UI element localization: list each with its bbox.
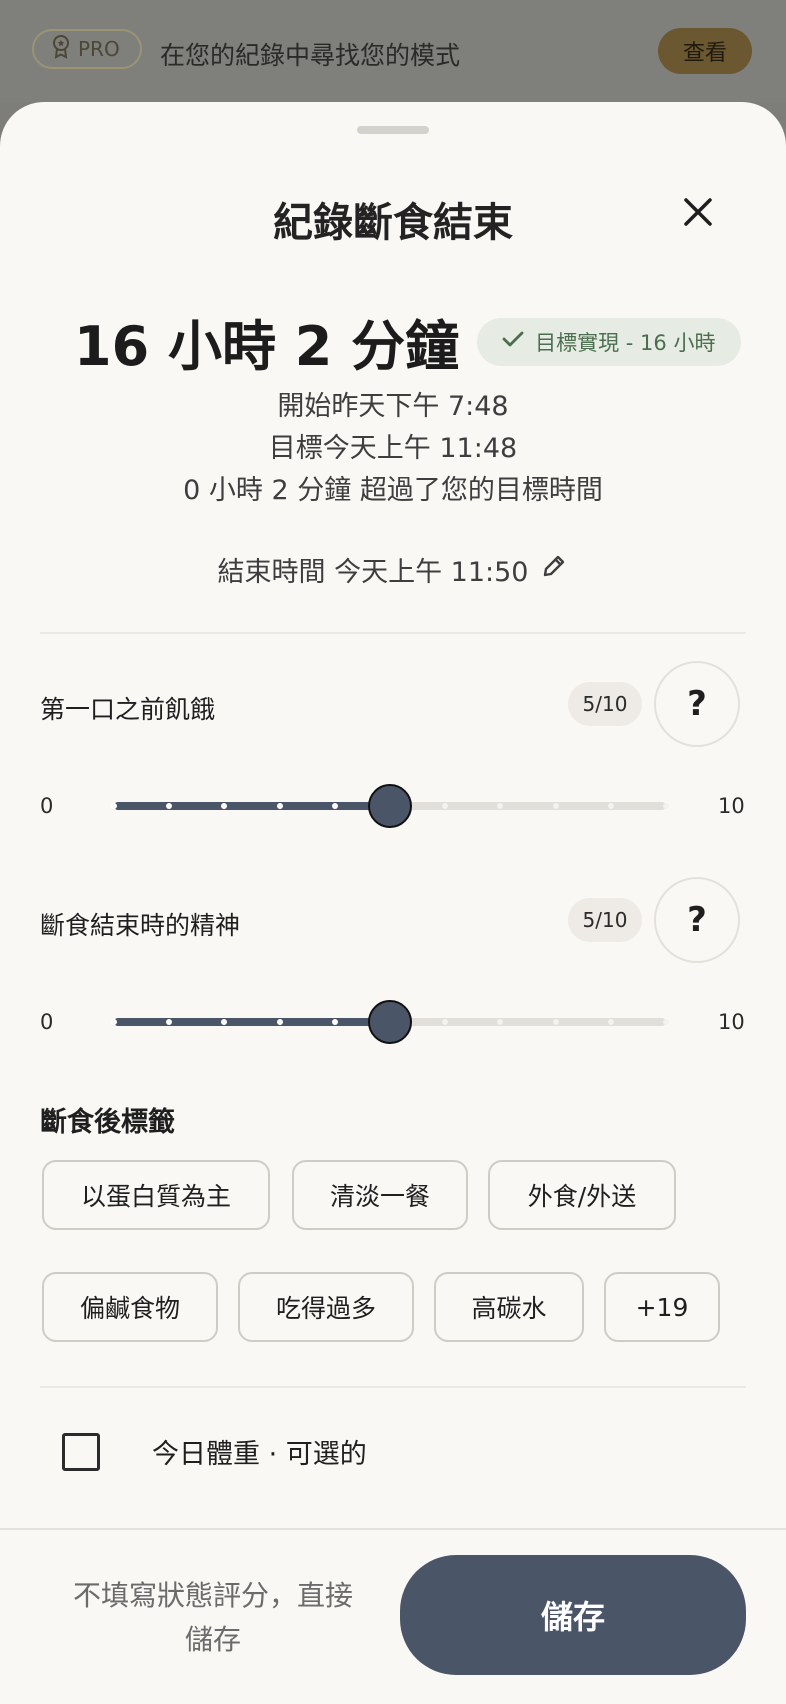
slider-tick (276, 1019, 283, 1025)
save-button[interactable]: 儲存 (400, 1555, 746, 1675)
hunger-max-label: 10 (718, 794, 745, 818)
exceeded-text: 0 小時 2 分鐘 超過了您的目標時間 (183, 475, 603, 506)
award-icon (52, 34, 70, 64)
tag-chip[interactable]: 外食/外送 (488, 1160, 676, 1230)
pro-label: PRO (78, 37, 120, 61)
check-icon (501, 329, 525, 354)
end-time-text: 結束時間 今天上午 11:50 (217, 557, 529, 588)
post-fast-tags-title: 斷食後標籤 (40, 1107, 175, 1138)
log-fast-end-sheet: 紀錄斷食結束 16 小時 2 分鐘 目標實現 - 16 小時 開始昨天下午 7:… (0, 102, 786, 1704)
goal-achieved-badge: 目標實現 - 16 小時 (477, 317, 742, 366)
divider (40, 1386, 746, 1388)
pro-chip[interactable]: PRO (32, 29, 142, 69)
hunger-min-label: 0 (40, 794, 54, 818)
energy-max-label: 10 (718, 1010, 745, 1034)
pro-banner: PRO 在您的紀錄中尋找您的模式 查看 (0, 0, 786, 102)
slider-fill (114, 1018, 390, 1026)
duration-row: 16 小時 2 分鐘 目標實現 - 16 小時 (74, 302, 742, 381)
weight-checkbox[interactable] (62, 1432, 100, 1471)
hunger-score: 5/10 (568, 682, 642, 726)
pencil-icon[interactable] (540, 552, 568, 587)
slider-tick (607, 803, 614, 809)
banner-text: 在您的紀錄中尋找您的模式 (160, 41, 461, 70)
slider-fill (114, 802, 390, 810)
slider-tick (663, 1019, 669, 1025)
slider-thumb[interactable] (368, 1000, 412, 1044)
energy-label: 斷食結束時的精神 (40, 911, 241, 940)
slider-thumb[interactable] (368, 784, 412, 828)
fast-duration: 16 小時 2 分鐘 (74, 315, 460, 378)
sheet-title: 紀錄斷食結束 (273, 200, 513, 246)
end-time-row[interactable]: 結束時間 今天上午 11:50 (0, 550, 786, 589)
close-icon[interactable] (676, 190, 720, 234)
hunger-label: 第一口之前飢餓 (40, 695, 216, 724)
tag-chip[interactable]: 吃得過多 (238, 1272, 414, 1342)
slider-tick (552, 1019, 559, 1025)
tag-chip[interactable]: 偏鹹食物 (42, 1272, 218, 1342)
hunger-help-button[interactable]: ? (654, 661, 740, 747)
slider-tick (111, 803, 117, 809)
energy-score: 5/10 (568, 898, 642, 942)
footer-bar: 不填寫狀態評分，直接儲存 儲存 (0, 1528, 786, 1704)
tag-chip[interactable]: 以蛋白質為主 (42, 1160, 270, 1230)
tag-chip[interactable]: 清淡一餐 (292, 1160, 468, 1230)
slider-tick (552, 803, 559, 809)
more-tags-chip[interactable]: +19 (604, 1272, 720, 1342)
slider-tick (663, 803, 669, 809)
tag-chip[interactable]: 高碳水 (434, 1272, 584, 1342)
start-time-text: 開始昨天下午 7:48 (277, 391, 509, 422)
hunger-slider[interactable] (111, 784, 669, 828)
energy-help-button[interactable]: ? (654, 877, 740, 963)
target-time-text: 目標今天上午 11:48 (268, 433, 518, 464)
slider-tick (331, 1019, 338, 1025)
energy-slider[interactable] (111, 1000, 669, 1044)
slider-tick (331, 803, 338, 809)
drag-handle[interactable] (357, 126, 429, 134)
weight-label: 今日體重 · 可選的 (152, 1439, 367, 1470)
skip-rating-save-link[interactable]: 不填寫狀態評分，直接儲存 (70, 1574, 356, 1662)
energy-min-label: 0 (40, 1010, 54, 1034)
goal-badge-label: 目標實現 - 16 小時 (535, 330, 716, 355)
slider-tick (607, 1019, 614, 1025)
slider-tick (276, 803, 283, 809)
slider-tick (111, 1019, 117, 1025)
divider (40, 632, 746, 634)
weight-row[interactable]: 今日體重 · 可選的 (62, 1432, 367, 1471)
view-button[interactable]: 查看 (658, 28, 752, 74)
